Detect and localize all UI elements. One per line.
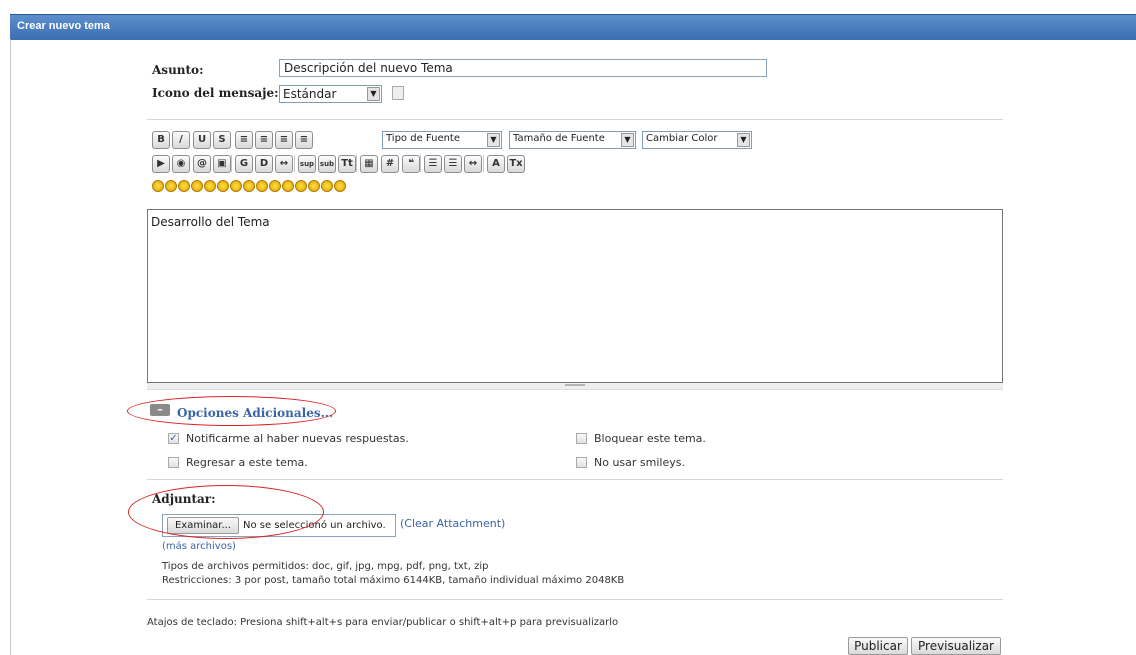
flash-button[interactable]: ▶ [152, 155, 170, 173]
smiley-icon[interactable] [217, 180, 229, 192]
strikethrough-button[interactable]: S [213, 131, 231, 149]
allowed-types-text: Tipos de archivos permitidos: doc, gif, … [162, 561, 489, 572]
font-size-select[interactable]: Tamaño de Fuente ▼ [509, 131, 636, 149]
numbered-list-button[interactable]: ☰ [444, 155, 462, 173]
color-select[interactable]: Cambiar Color ▼ [642, 131, 752, 149]
toolbar-separator [294, 155, 295, 172]
font-family-select-value: Tipo de Fuente [386, 133, 461, 144]
icon-select-value: Estándar [283, 87, 337, 101]
lock-label: Bloquear este tema. [594, 432, 706, 445]
no-smileys-label: No usar smileys. [594, 456, 685, 469]
publish-button[interactable]: Publicar [848, 637, 908, 655]
glow-button[interactable]: G [235, 155, 253, 173]
italic-button[interactable]: / [172, 131, 190, 149]
notify-checkbox[interactable]: ✓ [168, 433, 179, 444]
notify-label: Notificarme al haber nuevas respuestas. [186, 432, 409, 445]
shadow-button[interactable]: D [255, 155, 273, 173]
superscript-button[interactable]: sup [298, 155, 316, 173]
annotation-ellipse [128, 485, 324, 539]
color-select-value: Cambiar Color [646, 133, 718, 144]
no-smileys-checkbox[interactable] [576, 457, 587, 468]
code-button[interactable]: # [381, 155, 399, 173]
font-size-button[interactable]: A [487, 155, 505, 173]
table-button[interactable]: ▦ [360, 155, 378, 173]
message-editor[interactable]: Desarrollo del Tema [147, 209, 1003, 383]
teletype-button[interactable]: Tt [338, 155, 356, 173]
divider [147, 599, 1003, 600]
smiley-icon[interactable] [308, 180, 320, 192]
smiley-icon[interactable] [256, 180, 268, 192]
smiley-icon[interactable] [243, 180, 255, 192]
smiley-icon[interactable] [321, 180, 333, 192]
clear-attachment-link[interactable]: (Clear Attachment) [400, 517, 505, 530]
editor-resize-handle[interactable] [147, 383, 1003, 390]
quote-button[interactable]: ❝ [402, 155, 420, 173]
message-icon-preview [392, 86, 404, 100]
title-bar: Crear nuevo tema [10, 14, 1136, 40]
restrictions-text: Restricciones: 3 por post, tamaño total … [162, 575, 625, 586]
bold-button[interactable]: B [152, 131, 170, 149]
subscript-button[interactable]: sub [318, 155, 336, 173]
smiley-icon[interactable] [282, 180, 294, 192]
align-justify-button[interactable]: ≡ [295, 131, 313, 149]
divider [147, 479, 1003, 480]
smiley-icon[interactable] [191, 180, 203, 192]
shortcuts-text: Atajos de teclado: Presiona shift+alt+s … [147, 617, 619, 628]
horizontal-rule-button[interactable]: ↔ [464, 155, 482, 173]
return-checkbox[interactable] [168, 457, 179, 468]
return-label: Regresar a este tema. [186, 456, 308, 469]
icon-select[interactable]: Estándar ▼ [279, 85, 382, 103]
smiley-icon[interactable] [334, 180, 346, 192]
divider [147, 119, 1003, 120]
image-button[interactable]: ▣ [213, 155, 231, 173]
preview-button[interactable]: Previsualizar [911, 637, 1001, 655]
bullet-list-button[interactable]: ☰ [424, 155, 442, 173]
smiley-icon[interactable] [230, 180, 242, 192]
smiley-icon[interactable] [178, 180, 190, 192]
toolbar-separator [231, 155, 232, 172]
toolbar-separator [420, 155, 421, 172]
font-size-select-value: Tamaño de Fuente [513, 133, 605, 144]
smiley-icon[interactable] [165, 180, 177, 192]
smiley-icon[interactable] [204, 180, 216, 192]
font-family-select[interactable]: Tipo de Fuente ▼ [382, 131, 502, 149]
chevron-down-icon: ▼ [737, 133, 750, 147]
align-left-button[interactable]: ≡ [235, 131, 253, 149]
email-button[interactable]: @ [193, 155, 211, 173]
chevron-down-icon: ▼ [487, 133, 500, 147]
left-border [10, 39, 11, 655]
chevron-down-icon: ▼ [621, 133, 634, 147]
window-title: Crear nuevo tema [17, 20, 110, 32]
annotation-ellipse [127, 396, 336, 426]
more-files-link[interactable]: (más archivos) [162, 541, 236, 552]
link-button[interactable]: ◉ [172, 155, 190, 173]
subject-input[interactable]: Descripción del nuevo Tema [279, 59, 767, 77]
underline-button[interactable]: U [193, 131, 211, 149]
subject-label: Asunto: [152, 63, 204, 77]
icon-label: Icono del mensaje: [152, 86, 279, 100]
toolbar-separator [356, 155, 357, 172]
chevron-down-icon: ▼ [367, 87, 380, 101]
remove-format-button[interactable]: Tx [507, 155, 525, 173]
smiley-icon[interactable] [295, 180, 307, 192]
lock-checkbox[interactable] [576, 433, 587, 444]
move-button[interactable]: ↔ [275, 155, 293, 173]
align-center-button[interactable]: ≡ [275, 131, 293, 149]
align-right-button[interactable]: ≡ [255, 131, 273, 149]
smiley-icon[interactable] [152, 180, 164, 192]
toolbar-separator [483, 155, 484, 172]
smiley-icon[interactable] [269, 180, 281, 192]
